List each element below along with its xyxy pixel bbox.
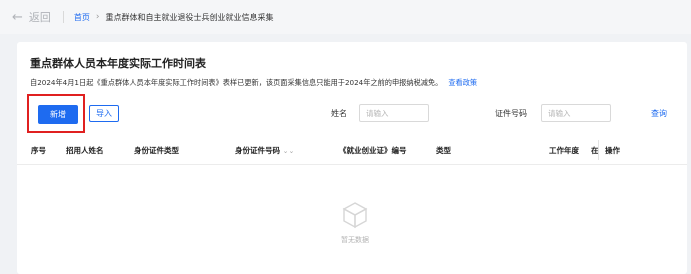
name-label: 姓名 [331,109,347,118]
sort-icon[interactable]: ⌄⌄ [283,147,295,155]
table-header: 序号 招用人姓名 身份证件类型 身份证件号码 ⌄⌄ 《就业创业证》编号 类型 工… [17,136,687,165]
col-id-type: 身份证件类型 [134,146,179,155]
col-employee-name: 招用人姓名 [66,146,104,155]
col-work-year: 工作年度 [549,146,579,155]
policy-notice: 自2024年4月1日起《重点群体人员本年度实际工作时间表》表样已更新，该页面采集… [30,78,477,88]
col-id-number-label: 身份证件号码 [235,146,280,155]
import-button[interactable]: 导入 [89,105,119,122]
col-actions: 操作 [605,146,620,155]
col-id-number[interactable]: 身份证件号码 ⌄⌄ [235,145,294,156]
col-index: 序号 [31,146,46,155]
divider [62,11,64,23]
top-bar: ← 返回 首页 › 重点群体和自主就业退役士兵创业就业信息采集 [0,0,691,34]
id-number-input[interactable] [541,104,611,122]
col-type: 类型 [436,146,451,155]
breadcrumb-separator: › [95,12,100,22]
breadcrumb-home[interactable]: 首页 [74,12,90,23]
notice-text: 自2024年4月1日起《重点群体人员本年度实际工作时间表》表样已更新，该页面采集… [30,78,443,87]
view-policy-link[interactable]: 查看政策 [448,78,477,87]
page-title: 重点群体人员本年度实际工作时间表 [30,57,206,70]
back-button[interactable]: ← 返回 [12,9,51,25]
arrow-left-icon: ← [12,9,23,25]
column-divider [598,140,599,160]
col-employment-cert: 《就业创业证》编号 [339,146,407,155]
name-input[interactable] [359,104,429,122]
empty-box-icon [342,202,368,229]
add-button[interactable]: 新增 [38,105,78,124]
main-card: 重点群体人员本年度实际工作时间表 自2024年4月1日起《重点群体人员本年度实际… [17,42,687,274]
breadcrumb-current: 重点群体和自主就业退役士兵创业就业信息采集 [105,12,274,22]
empty-state-text: 暂无数据 [341,236,369,244]
breadcrumb: 首页 › 重点群体和自主就业退役士兵创业就业信息采集 [74,12,274,23]
id-number-label: 证件号码 [495,109,527,118]
back-label: 返回 [28,11,51,24]
search-button[interactable]: 查询 [651,108,667,119]
